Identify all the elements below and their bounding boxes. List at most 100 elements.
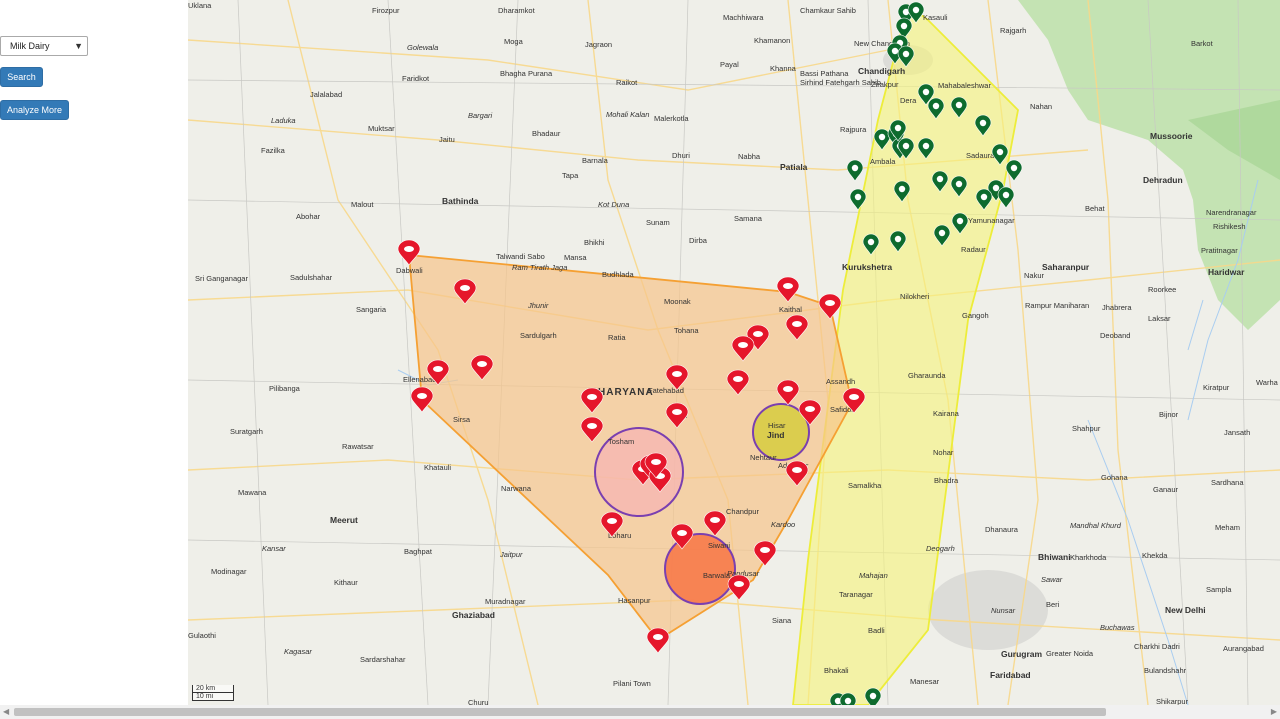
horizontal-scrollbar[interactable]: ◀ ▶ [0, 705, 1280, 719]
place-label: Gulaothi [188, 631, 216, 640]
place-label: Jhunir [527, 301, 549, 310]
place-label: Dhuri [672, 151, 690, 160]
scroll-left-icon[interactable]: ◀ [3, 707, 9, 716]
place-label: Dera [900, 96, 917, 105]
place-label: Bulandshahr [1144, 666, 1187, 675]
map-canvas[interactable]: HARYANA Firozpur Dharamkot Machhiwara Chamk… [188, 0, 1280, 705]
place-label: Samana [734, 214, 763, 223]
place-label: Roorkee [1148, 285, 1176, 294]
place-label: Mansa [564, 253, 587, 262]
place-label: Deoband [1100, 331, 1130, 340]
place-label: Muradnagar [485, 597, 526, 606]
place-label: Chandpur [726, 507, 759, 516]
place-label: Muktsar [368, 124, 395, 133]
red-location-marker-icon[interactable] [646, 627, 670, 654]
place-label: Kaithal [779, 305, 802, 314]
place-label: Firozpur [372, 6, 400, 15]
search-button[interactable]: Search [0, 67, 43, 87]
place-label: Siwani [708, 541, 730, 550]
place-label: Behat [1085, 204, 1106, 213]
place-label: Ram Tirath Jaga [512, 263, 567, 272]
place-label: Greater Noida [1046, 649, 1094, 658]
green-location-marker-icon[interactable] [997, 186, 1015, 209]
place-label: Mawana [238, 488, 267, 497]
place-label: Kiratpur [1203, 383, 1230, 392]
place-label: Manesar [910, 677, 940, 686]
place-label: Bassi Pathana [800, 69, 849, 78]
place-label: Bathinda [442, 196, 479, 206]
place-label: Jagraon [585, 40, 612, 49]
place-label: Beri [1046, 600, 1060, 609]
place-label: Sardarshahar [360, 655, 406, 664]
place-label: Bhakali [824, 666, 849, 675]
place-label: Barwala [703, 571, 731, 580]
place-label: Pilibanga [269, 384, 301, 393]
place-label: Kagasar [284, 647, 312, 656]
map-scale: 20 km 10 mi [192, 685, 234, 701]
place-label: Nakur [1024, 271, 1045, 280]
green-location-marker-icon[interactable] [846, 159, 864, 182]
place-label: Nahan [1030, 102, 1052, 111]
place-label: Shahpur [1072, 424, 1101, 433]
place-label: Khekda [1142, 551, 1168, 560]
scroll-right-icon[interactable]: ▶ [1271, 707, 1277, 716]
place-label: Bijnor [1159, 410, 1179, 419]
place-label: Narendranagar [1206, 208, 1257, 217]
category-select[interactable]: Milk Dairy ▼ [0, 36, 88, 56]
place-label: Kardoo [771, 520, 795, 529]
place-label: Jalalabad [310, 90, 342, 99]
map-svg[interactable]: HARYANA Firozpur Dharamkot Machhiwara Chamk… [188, 0, 1280, 705]
place-label: Kasauli [923, 13, 948, 22]
place-label: Raikot [616, 78, 638, 87]
place-label: Tohana [674, 326, 699, 335]
place-label: Sawar [1041, 575, 1063, 584]
place-label: Taranagar [839, 590, 873, 599]
place-label: Rampur Maniharan [1025, 301, 1089, 310]
place-label: Chamkaur Sahib [800, 6, 856, 15]
place-label: Machhiwara [723, 13, 764, 22]
place-label: Rawatsar [342, 442, 374, 451]
place-label: Kansar [262, 544, 286, 553]
place-label: Kithaur [334, 578, 358, 587]
place-label: Bhadaur [532, 129, 561, 138]
place-label: Mahajan [859, 571, 888, 580]
place-label: Aurangabad [1223, 644, 1264, 653]
place-label: Sangaria [356, 305, 387, 314]
place-label: Mohali Kalan [606, 110, 649, 119]
scrollbar-thumb[interactable] [14, 708, 1106, 716]
place-label: Dhanaura [985, 525, 1019, 534]
place-label: Nabha [738, 152, 761, 161]
place-label: Meham [1215, 523, 1240, 532]
place-label: Shikarpur [1156, 697, 1189, 705]
place-label: Bhikhi [584, 238, 605, 247]
place-label: Bhagha Purana [500, 69, 553, 78]
place-label: Sunam [646, 218, 670, 227]
place-label: Khamanon [754, 36, 790, 45]
analyze-more-button[interactable]: Analyze More [0, 100, 69, 120]
place-label: Payal [720, 60, 739, 69]
place-label: Sadaura [966, 151, 995, 160]
place-label: Tosham [608, 437, 634, 446]
place-label: Jaitu [439, 135, 455, 144]
place-label: Jind [767, 430, 784, 440]
place-label: Churu [468, 698, 488, 705]
green-location-marker-icon[interactable] [1005, 159, 1023, 182]
place-label: Barnala [582, 156, 609, 165]
place-label: Malerkotla [654, 114, 689, 123]
place-label: Dirba [689, 236, 708, 245]
place-label: Meerut [330, 515, 358, 525]
red-location-marker-icon[interactable] [727, 574, 751, 601]
place-label: Budhlada [602, 270, 635, 279]
place-label: Narwana [501, 484, 532, 493]
place-label: Kharkhoda [1070, 553, 1107, 562]
place-label: Suratgarh [230, 427, 263, 436]
place-label: Badli [868, 626, 885, 635]
place-label: Rajgarh [1000, 26, 1026, 35]
scale-km: 20 km [192, 685, 234, 693]
place-label: Dehradun [1143, 175, 1183, 185]
place-label: Buchawas [1100, 623, 1135, 632]
sidebar: Milk Dairy ▼ Search Analyze More [0, 0, 188, 705]
place-label: Yamunanagar [968, 216, 1015, 225]
place-label: Nilokheri [900, 292, 930, 301]
place-label: Mussoorie [1150, 131, 1193, 141]
